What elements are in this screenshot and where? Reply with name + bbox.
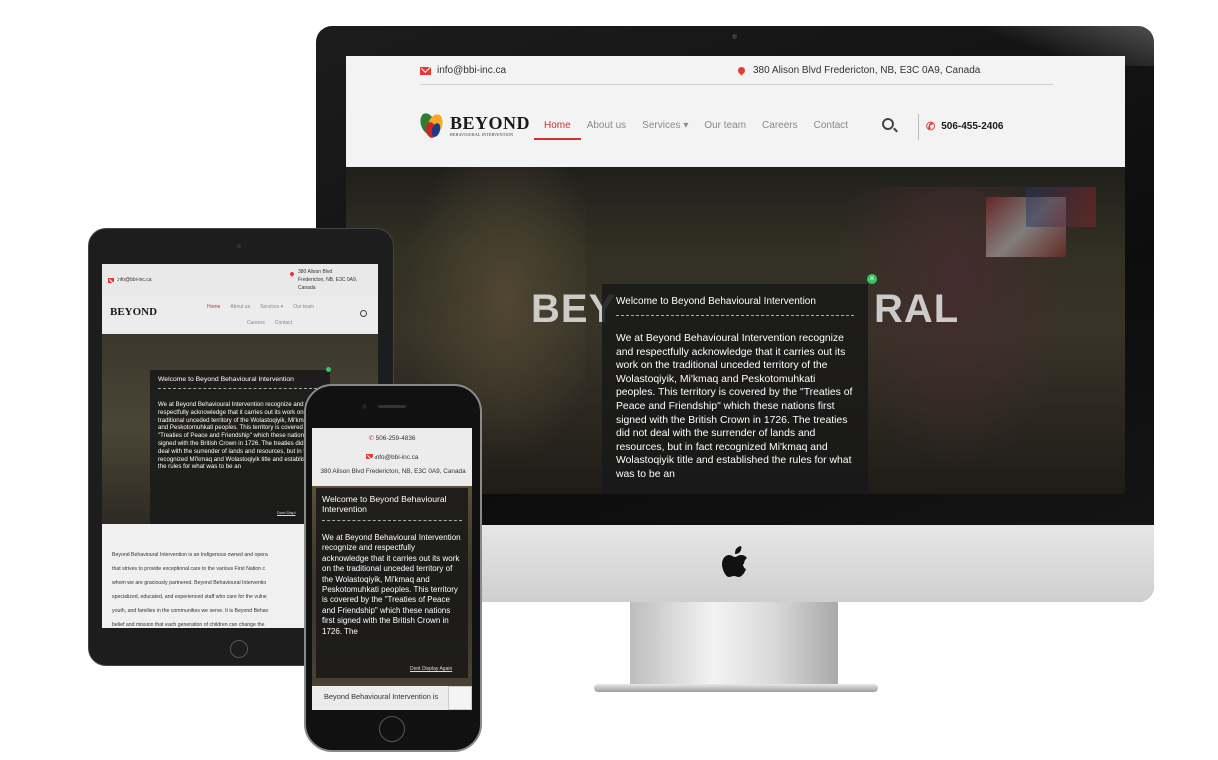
- search-icon[interactable]: [360, 310, 367, 317]
- main-nav: BEYOND BEHAVIOURAL INTERVENTION Home Abo…: [346, 96, 1125, 166]
- tablet-dont-display-link[interactable]: Dont Displ: [277, 510, 295, 515]
- tablet-menu: Home About us Services ▾ Our team: [207, 304, 314, 310]
- welcome-popup: Welcome to Beyond Behavioural Interventi…: [602, 284, 868, 494]
- close-icon[interactable]: [326, 367, 331, 372]
- mobile-address: 380 Alison Blvd Fredericton, NB, E3C 0A9…: [320, 468, 466, 475]
- popup-body: We at Beyond Behavioural Intervention re…: [616, 333, 853, 480]
- tablet-nav-home[interactable]: Home: [207, 304, 220, 310]
- tablet-nav-services[interactable]: Services ▾: [260, 304, 283, 310]
- top-email[interactable]: info@bbi-inc.ca: [420, 65, 506, 76]
- tablet-nav-about[interactable]: About us: [230, 304, 250, 310]
- logo-butterfly-icon: [420, 113, 443, 138]
- mail-icon: [365, 454, 373, 459]
- tablet-nav-contact[interactable]: Contact: [275, 320, 292, 326]
- phone-icon: ✆: [926, 121, 936, 133]
- mobile-popup: Welcome to Beyond Behavioural Interventi…: [316, 488, 468, 678]
- mail-icon: [108, 277, 114, 283]
- tablet-nav-careers[interactable]: Careers: [247, 320, 265, 326]
- tablet-address: 380 Alison Blvd Fredericton, NB, E3C 0A9…: [289, 268, 357, 292]
- top-address: 380 Alison Blvd Fredericton, NB, E3C 0A9…: [736, 65, 980, 76]
- hero-title-right: RAL: [874, 287, 960, 331]
- tablet-email[interactable]: info@bbi-inc.ca: [108, 277, 152, 283]
- mobile-screen: ✆ 506-259-4836 info@bbi-inc.ca 380 Aliso…: [312, 428, 472, 710]
- location-pin-icon: [289, 271, 295, 277]
- nav-services[interactable]: Services ▾: [642, 120, 688, 131]
- nav-careers[interactable]: Careers: [762, 120, 798, 131]
- nav-contact[interactable]: Contact: [814, 120, 848, 131]
- search-icon[interactable]: [882, 118, 894, 130]
- popup-title: Welcome to Beyond Behavioural Interventi…: [616, 296, 854, 316]
- phone-icon: ✆: [368, 435, 374, 442]
- imac-stand: [630, 602, 838, 686]
- mail-icon: [420, 66, 431, 75]
- imac-base: [594, 684, 878, 692]
- iphone-home-button: [379, 716, 405, 742]
- chevron-down-icon: ▾: [683, 120, 689, 131]
- location-pin-icon: [736, 65, 747, 76]
- apple-icon: [722, 546, 747, 577]
- mobile-dont-display-link[interactable]: Dont Display Again: [410, 666, 452, 672]
- tablet-nav-team[interactable]: Our team: [293, 304, 314, 310]
- top-bar: info@bbi-inc.ca 380 Alison Blvd Frederic…: [346, 56, 1125, 86]
- responsive-mockup: info@bbi-inc.ca 380 Alison Blvd Frederic…: [0, 0, 1218, 760]
- nav-home[interactable]: Home: [534, 120, 581, 140]
- mobile-email[interactable]: info@bbi-inc.ca: [312, 454, 472, 461]
- mobile-phone[interactable]: ✆ 506-259-4836: [312, 434, 472, 442]
- camera: [732, 34, 737, 39]
- tablet-popup: Welcome to Beyond Behavioural Interventi…: [150, 370, 330, 524]
- header-phone[interactable]: ✆ 506-455-2406: [926, 120, 1004, 133]
- close-icon[interactable]: ×: [867, 274, 877, 284]
- nav-about[interactable]: About us: [587, 120, 626, 131]
- logo[interactable]: BEYOND BEHAVIOURAL INTERVENTION: [418, 110, 530, 140]
- ipad-home-button: [230, 640, 248, 658]
- nav-our-team[interactable]: Our team: [704, 120, 746, 131]
- nav-menu: Home About us Services ▾ Our team Career…: [534, 120, 848, 140]
- recaptcha-icon[interactable]: [448, 686, 472, 710]
- tablet-logo[interactable]: BEYOND: [110, 306, 157, 318]
